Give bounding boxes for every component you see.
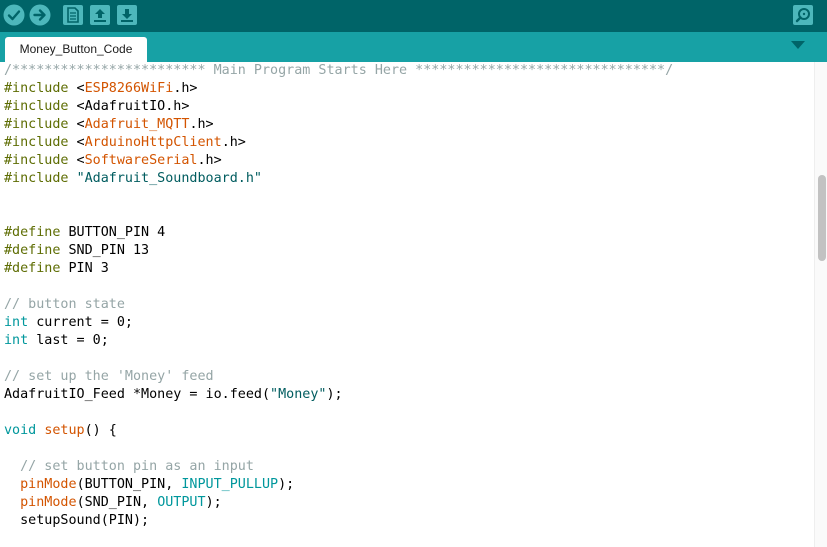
preprocessor-directive: #define xyxy=(4,243,61,258)
code-text: /************************ Main Program S… xyxy=(4,62,673,530)
code-line: /************************ Main Program S… xyxy=(4,62,673,80)
code-token: ); xyxy=(205,495,222,510)
code-comment: // set up the 'Money' feed xyxy=(4,369,214,384)
code-token: <AdafruitIO.h> xyxy=(68,99,190,114)
type-keyword: int xyxy=(4,333,29,348)
type-keyword: int xyxy=(4,315,29,330)
code-line: #include "Adafruit_Soundboard.h" xyxy=(4,170,673,188)
code-line: int current = 0; xyxy=(4,314,673,332)
save-button[interactable] xyxy=(116,4,138,26)
code-token: .h> xyxy=(189,117,214,132)
code-line: #include <ArduinoHttpClient.h> xyxy=(4,134,673,152)
code-token: .h> xyxy=(173,81,198,96)
type-keyword: void xyxy=(4,423,37,438)
upload-button[interactable] xyxy=(29,4,51,26)
code-token: (SND_PIN, xyxy=(76,495,158,510)
new-button[interactable] xyxy=(62,4,84,26)
arrow-right-icon xyxy=(29,4,51,26)
tab-menu-dropdown-icon[interactable] xyxy=(791,41,805,49)
code-token: BUTTON_PIN 4 xyxy=(60,225,166,240)
library-name: SoftwareSerial xyxy=(84,153,198,168)
serial-monitor-button[interactable] xyxy=(792,4,814,26)
code-token: < xyxy=(68,117,85,132)
code-token: () { xyxy=(84,423,117,438)
function-name: pinMode xyxy=(20,477,77,492)
code-line: setupSound(PIN); xyxy=(4,512,673,530)
code-comment: // set button pin as an input xyxy=(20,459,254,474)
checkmark-icon xyxy=(3,4,25,26)
code-line: // set up the 'Money' feed xyxy=(4,368,673,386)
code-token: (BUTTON_PIN, xyxy=(76,477,182,492)
code-line: void setup() { xyxy=(4,422,673,440)
tab-money-button-code[interactable]: Money_Button_Code xyxy=(5,37,147,63)
code-token: AdafruitIO_Feed *Money = io.feed( xyxy=(4,387,271,402)
function-name: pinMode xyxy=(20,495,77,510)
library-name: ArduinoHttpClient xyxy=(84,135,222,150)
code-token: setupSound(PIN); xyxy=(4,513,150,528)
verify-button[interactable] xyxy=(3,4,25,26)
code-token: < xyxy=(68,153,85,168)
preprocessor-directive: #include xyxy=(4,81,69,96)
code-comment: /************************ Main Program S… xyxy=(4,63,674,78)
preprocessor-directive: #define xyxy=(4,261,61,276)
code-line: #define PIN 3 xyxy=(4,260,673,278)
string-literal: "Money" xyxy=(270,387,327,402)
code-token: .h> xyxy=(197,153,222,168)
preprocessor-directive: #include xyxy=(4,117,69,132)
toolbar xyxy=(0,0,827,32)
code-line: #include <Adafruit_MQTT.h> xyxy=(4,116,673,134)
tab-bar: Money_Button_Code xyxy=(0,32,827,63)
code-line: #include <ESP8266WiFi.h> xyxy=(4,80,673,98)
vertical-scrollbar[interactable] xyxy=(814,62,827,547)
code-line: // button state xyxy=(4,296,673,314)
code-line: #define SND_PIN 13 xyxy=(4,242,673,260)
code-editor[interactable]: /************************ Main Program S… xyxy=(0,62,827,547)
code-token: .h> xyxy=(221,135,246,150)
library-name: Adafruit_MQTT xyxy=(84,117,190,132)
open-arrow-up-icon xyxy=(90,5,110,25)
code-token: current = 0; xyxy=(28,315,133,330)
preprocessor-directive: #include xyxy=(4,99,69,114)
scrollbar-thumb[interactable] xyxy=(818,175,826,261)
preprocessor-directive: #include xyxy=(4,153,69,168)
code-line: #define BUTTON_PIN 4 xyxy=(4,224,673,242)
code-token: < xyxy=(68,81,85,96)
preprocessor-directive: #define xyxy=(4,225,61,240)
constant: INPUT_PULLUP xyxy=(181,477,279,492)
code-line: pinMode(SND_PIN, OUTPUT); xyxy=(4,494,673,512)
save-arrow-down-icon xyxy=(117,5,137,25)
code-line: pinMode(BUTTON_PIN, INPUT_PULLUP); xyxy=(4,476,673,494)
code-token: ); xyxy=(278,477,295,492)
code-line: #include <SoftwareSerial.h> xyxy=(4,152,673,170)
open-button[interactable] xyxy=(89,4,111,26)
code-line: #include <AdafruitIO.h> xyxy=(4,98,673,116)
magnifier-icon xyxy=(793,5,813,25)
code-token: ); xyxy=(326,387,343,402)
code-token: last = 0; xyxy=(28,333,109,348)
function-name: setup xyxy=(44,423,85,438)
library-name: ESP8266WiFi xyxy=(84,81,174,96)
code-line: int last = 0; xyxy=(4,332,673,350)
code-line: AdafruitIO_Feed *Money = io.feed("Money"… xyxy=(4,386,673,404)
constant: OUTPUT xyxy=(157,495,206,510)
preprocessor-directive: #include xyxy=(4,135,69,150)
code-token: < xyxy=(68,135,85,150)
code-comment: // button state xyxy=(4,297,125,312)
code-token: PIN 3 xyxy=(60,261,109,276)
string-literal: "Adafruit_Soundboard.h" xyxy=(76,171,262,186)
new-file-icon xyxy=(63,5,83,25)
code-token: SND_PIN 13 xyxy=(60,243,150,258)
preprocessor-directive: #include xyxy=(4,171,69,186)
code-line: // set button pin as an input xyxy=(4,458,673,476)
